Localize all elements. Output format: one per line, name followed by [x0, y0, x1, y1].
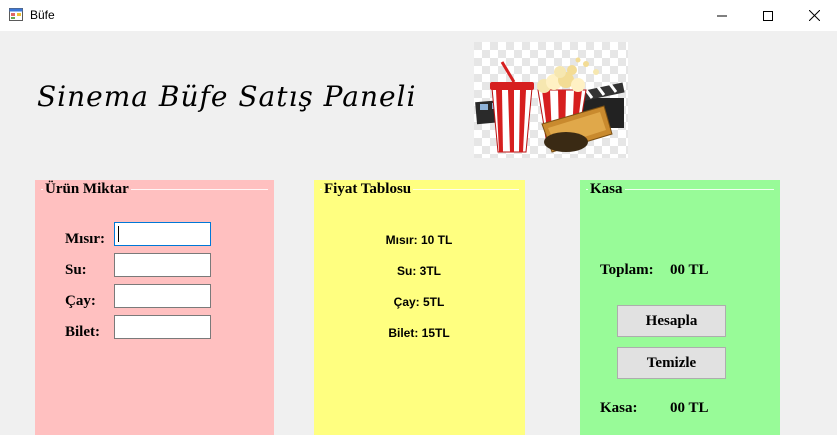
toplam-value: 00 TL — [670, 262, 709, 278]
kasa-value: 00 TL — [670, 400, 709, 416]
urun-miktar-group: Ürün Miktar Mısır: Su: Çay: Bilet: — [35, 180, 274, 435]
cay-input[interactable] — [114, 284, 211, 308]
bilet-input[interactable] — [114, 315, 211, 339]
toplam-label: Toplam: — [600, 262, 654, 278]
price-cay: Çay: 5TL — [393, 295, 445, 309]
fiyat-tablosu-group: Fiyat Tablosu Mısır: 10 TL Su: 3TL Çay: … — [314, 180, 525, 435]
page-title: Sinema Büfe Satış Paneli — [37, 80, 417, 113]
su-label: Su: — [65, 262, 87, 278]
cay-label: Çay: — [65, 293, 96, 309]
window-titlebar: Büfe — [0, 0, 837, 31]
hesapla-button[interactable]: Hesapla — [617, 305, 726, 337]
su-input[interactable] — [114, 253, 211, 277]
fiyat-tablosu-title: Fiyat Tablosu — [322, 181, 414, 198]
minimize-button[interactable] — [699, 0, 745, 31]
kasa-group: Kasa Toplam: 00 TL Hesapla Temizle Kasa:… — [580, 180, 780, 435]
maximize-button[interactable] — [745, 0, 791, 31]
maximize-icon — [763, 10, 773, 21]
price-su: Su: 3TL — [397, 264, 441, 278]
cinema-snacks-image — [474, 42, 628, 158]
app-icon — [9, 8, 23, 21]
minimize-icon — [717, 15, 727, 16]
urun-miktar-title: Ürün Miktar — [43, 181, 131, 198]
price-misir: Mısır: 10 TL — [385, 233, 453, 247]
kasa-label: Kasa: — [600, 400, 638, 416]
close-icon — [808, 10, 820, 21]
temizle-button[interactable]: Temizle — [617, 347, 726, 379]
text-caret — [118, 226, 119, 242]
window-title: Büfe — [30, 8, 55, 22]
price-bilet: Bilet: 15TL — [388, 326, 450, 340]
misir-input[interactable] — [114, 222, 211, 246]
misir-label: Mısır: — [65, 231, 105, 247]
close-button[interactable] — [791, 0, 837, 31]
bilet-label: Bilet: — [65, 324, 100, 340]
kasa-title: Kasa — [588, 181, 625, 198]
